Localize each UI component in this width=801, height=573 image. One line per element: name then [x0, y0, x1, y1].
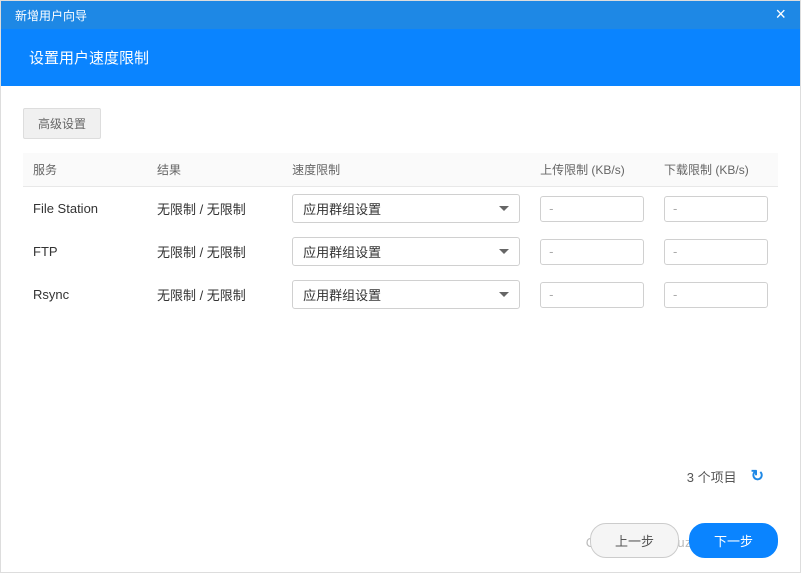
prev-button[interactable]: 上一步 [590, 523, 679, 558]
next-button[interactable]: 下一步 [689, 523, 778, 558]
table-row: FTP 无限制 / 无限制 应用群组设置 - - [23, 230, 778, 273]
select-value: 应用群组设置 [303, 242, 381, 261]
table-row: Rsync 无限制 / 无限制 应用群组设置 - - [23, 273, 778, 316]
upload-limit-input[interactable]: - [540, 239, 644, 265]
table-wrap: 服务 结果 速度限制 上传限制 (KB/s) 下载限制 (KB/s) File … [23, 153, 778, 456]
table-row: File Station 无限制 / 无限制 应用群组设置 - - [23, 187, 778, 231]
select-value: 应用群组设置 [303, 285, 381, 304]
advanced-settings-button[interactable]: 高级设置 [23, 108, 101, 139]
wizard-actions: 上一步 下一步 [590, 523, 778, 558]
close-icon[interactable]: × [775, 5, 786, 23]
col-upload-limit: 上传限制 (KB/s) [530, 153, 654, 187]
cell-service: FTP [23, 230, 147, 273]
table-footer: 3 个项目 ↻ [23, 456, 778, 496]
speed-limit-select[interactable]: 应用群组设置 [292, 280, 520, 309]
cell-service: File Station [23, 187, 147, 231]
col-service: 服务 [23, 153, 147, 187]
download-limit-input[interactable]: - [664, 239, 768, 265]
upload-limit-input[interactable]: - [540, 282, 644, 308]
col-result: 结果 [147, 153, 282, 187]
content-area: 高级设置 服务 结果 速度限制 上传限制 (KB/s) 下载限制 (KB/s) … [1, 86, 800, 506]
chevron-down-icon [499, 206, 509, 211]
speed-limit-table: 服务 结果 速度限制 上传限制 (KB/s) 下载限制 (KB/s) File … [23, 153, 778, 316]
chevron-down-icon [499, 249, 509, 254]
page-title: 设置用户速度限制 [1, 29, 800, 86]
select-value: 应用群组设置 [303, 199, 381, 218]
title-text: 新增用户向导 [15, 7, 87, 24]
upload-limit-input[interactable]: - [540, 196, 644, 222]
cell-result: 无限制 / 无限制 [147, 187, 282, 231]
col-download-limit: 下载限制 (KB/s) [654, 153, 778, 187]
download-limit-input[interactable]: - [664, 196, 768, 222]
wizard-dialog: 新增用户向导 × 设置用户速度限制 高级设置 服务 结果 速度限制 上传限制 (… [0, 0, 801, 573]
cell-service: Rsync [23, 273, 147, 316]
download-limit-input[interactable]: - [664, 282, 768, 308]
speed-limit-select[interactable]: 应用群组设置 [292, 194, 520, 223]
cell-result: 无限制 / 无限制 [147, 230, 282, 273]
col-speed-limit: 速度限制 [282, 153, 530, 187]
item-count-label: 3 个项目 [687, 467, 737, 486]
chevron-down-icon [499, 292, 509, 297]
refresh-icon[interactable]: ↻ [751, 466, 764, 486]
table-header-row: 服务 结果 速度限制 上传限制 (KB/s) 下载限制 (KB/s) [23, 153, 778, 187]
title-bar: 新增用户向导 × [1, 1, 800, 29]
speed-limit-select[interactable]: 应用群组设置 [292, 237, 520, 266]
cell-result: 无限制 / 无限制 [147, 273, 282, 316]
